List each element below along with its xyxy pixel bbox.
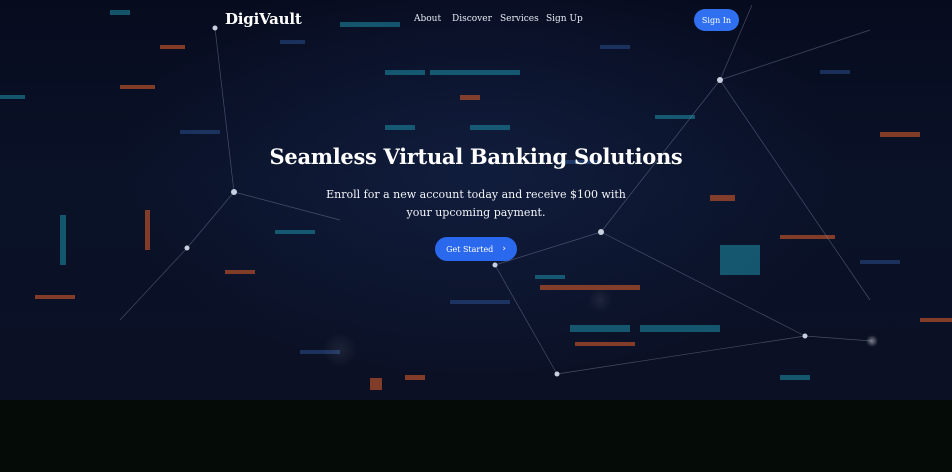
brand-logo[interactable]: DigiVault <box>225 10 302 28</box>
hero-section: DigiVault About Discover Services Sign U… <box>0 0 952 400</box>
hero-title: Seamless Virtual Banking Solutions <box>269 144 683 169</box>
hero-subtitle: Enroll for a new account today and recei… <box>326 188 626 219</box>
get-started-label: Get Started <box>446 244 494 254</box>
get-started-button[interactable]: Get Started › <box>435 237 517 261</box>
sign-in-button[interactable]: Sign In <box>694 9 739 31</box>
nav-link-services[interactable]: Services <box>500 14 539 24</box>
nav-link-discover[interactable]: Discover <box>452 14 492 24</box>
lower-section <box>0 400 952 472</box>
nav-link-about[interactable]: About <box>414 14 441 24</box>
nav-link-sign-up[interactable]: Sign Up <box>546 14 583 24</box>
chevron-right-icon: › <box>502 243 506 254</box>
top-navbar: DigiVault About Discover Services Sign U… <box>0 0 952 40</box>
